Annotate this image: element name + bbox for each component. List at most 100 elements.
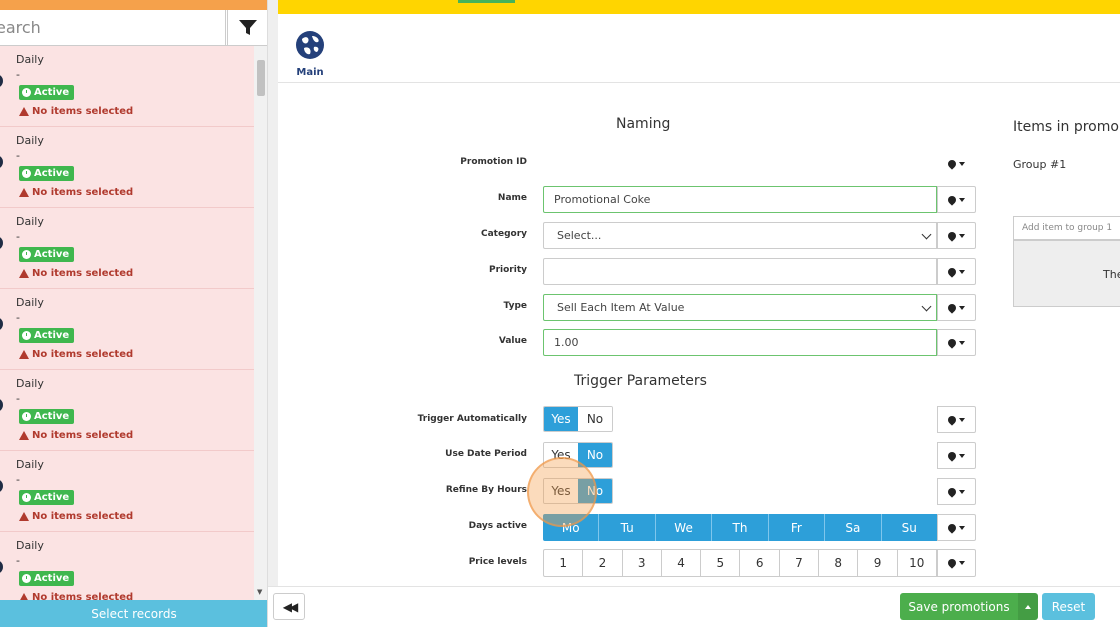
name-field[interactable]: Promotional Coke [543, 186, 937, 213]
reset-button[interactable]: Reset [1042, 593, 1095, 620]
status-badge: Active [19, 409, 75, 424]
trigger-auto-toggle: Yes No [543, 406, 613, 432]
clock-icon [22, 412, 31, 421]
status-badge: Active [19, 247, 75, 262]
refine-hours-no-button[interactable]: No [578, 479, 612, 503]
pin-icon [946, 413, 958, 426]
trigger-auto-pin-button[interactable] [937, 406, 976, 433]
price-level-button[interactable]: 6 [740, 550, 780, 576]
naming-section-title: Naming [616, 116, 671, 132]
category-pin-button[interactable] [937, 222, 976, 249]
price-level-button[interactable]: 9 [858, 550, 898, 576]
day-fr-button[interactable]: Fr [769, 514, 826, 541]
day-th-button[interactable]: Th [712, 514, 769, 541]
warning-text: No items selected [19, 349, 133, 360]
warning-text: No items selected [19, 268, 133, 279]
group-label: Group #1 [1013, 158, 1067, 171]
use-date-pin-button[interactable] [937, 442, 976, 469]
caret-down-icon [959, 453, 965, 458]
clock-icon [22, 88, 31, 97]
group-panel-text: The [1103, 268, 1120, 281]
day-sa-button[interactable]: Sa [825, 514, 882, 541]
price-level-button[interactable]: 8 [819, 550, 859, 576]
warning-icon [19, 512, 29, 521]
price-level-button[interactable]: 4 [662, 550, 702, 576]
list-item[interactable]: Daily - Active No items selected [0, 451, 254, 532]
items-section-title: Items in promo [1013, 119, 1119, 135]
list-item[interactable]: Daily - Active No items selected [0, 370, 254, 451]
value-field[interactable]: 1.00 [543, 329, 937, 356]
pin-icon [946, 193, 958, 206]
scroll-down-icon[interactable]: ▼ [257, 588, 262, 596]
day-su-button[interactable]: Su [882, 514, 937, 541]
tab-main[interactable]: Main [290, 30, 330, 78]
record-subtitle: - [16, 554, 20, 567]
name-pin-button[interactable] [937, 186, 976, 213]
panel-gutter [268, 0, 278, 627]
trigger-auto-yes-button[interactable]: Yes [544, 407, 578, 431]
scrollbar-thumb[interactable] [257, 60, 265, 96]
refine-hours-yes-button[interactable]: Yes [544, 479, 578, 503]
list-item[interactable]: Daily - Active No items selected [0, 208, 254, 289]
price-level-button[interactable]: 10 [898, 550, 936, 576]
trigger-section-title: Trigger Parameters [574, 373, 707, 389]
collapse-button[interactable]: ◀◀ [273, 593, 305, 620]
list-item[interactable]: Daily - Active No items selected [0, 127, 254, 208]
status-badge: Active [19, 571, 75, 586]
day-mo-button[interactable]: Mo [543, 514, 600, 541]
caret-down-icon [959, 161, 965, 166]
filter-button[interactable] [227, 10, 267, 46]
priority-field[interactable] [543, 258, 937, 285]
priority-pin-button[interactable] [937, 258, 976, 285]
warning-text: No items selected [19, 106, 133, 117]
status-badge: Active [19, 490, 75, 505]
promotion-id-label: Promotion ID [460, 157, 527, 167]
record-marker [0, 155, 3, 169]
list-item[interactable]: Daily - Active No items selected [0, 46, 254, 127]
list-item[interactable]: Daily - Active No items selected [0, 289, 254, 370]
category-select[interactable]: Select... [543, 222, 937, 249]
pin-icon [946, 301, 958, 314]
caret-down-icon [959, 489, 965, 494]
days-active-selector: Mo Tu We Th Fr Sa Su [543, 514, 937, 541]
caret-down-icon [959, 269, 965, 274]
search-input[interactable] [0, 10, 226, 46]
pin-icon [946, 265, 958, 278]
record-marker [0, 236, 3, 250]
day-tu-button[interactable]: Tu [599, 514, 656, 541]
price-level-button[interactable]: 3 [623, 550, 662, 576]
list-item[interactable]: Daily - Active No items selected [0, 532, 254, 600]
record-list-scrollbar[interactable]: ▼ [254, 46, 267, 600]
days-active-pin-button[interactable] [937, 514, 976, 541]
record-title: Daily [16, 458, 44, 471]
use-date-yes-button[interactable]: Yes [544, 443, 578, 467]
type-pin-button[interactable] [937, 294, 976, 321]
price-levels-pin-button[interactable] [937, 549, 976, 577]
warning-text: No items selected [19, 430, 133, 441]
promotion-id-pin-button[interactable] [937, 150, 976, 177]
save-promotions-button[interactable]: Save promotions [900, 593, 1018, 620]
day-we-button[interactable]: We [656, 514, 713, 541]
save-options-button[interactable] [1018, 593, 1038, 620]
price-level-button[interactable]: 1 [544, 550, 584, 576]
search-row [0, 10, 267, 46]
refine-hours-pin-button[interactable] [937, 478, 976, 505]
caret-down-icon [959, 305, 965, 310]
caret-down-icon [959, 417, 965, 422]
tab-main-label: Main [296, 67, 324, 78]
warning-text: No items selected [19, 187, 133, 198]
clock-icon [22, 574, 31, 583]
type-select[interactable]: Sell Each Item At Value [543, 294, 937, 321]
price-level-button[interactable]: 7 [780, 550, 820, 576]
record-title: Daily [16, 53, 44, 66]
price-level-button[interactable]: 5 [701, 550, 741, 576]
select-records-button[interactable]: Select records [0, 600, 267, 627]
pin-icon [946, 557, 958, 569]
add-item-input[interactable]: Add item to group 1 [1013, 216, 1120, 240]
use-date-no-button[interactable]: No [578, 443, 612, 467]
price-level-button[interactable]: 2 [583, 550, 623, 576]
price-levels-label: Price levels [468, 557, 527, 567]
trigger-auto-no-button[interactable]: No [578, 407, 612, 431]
double-chevron-left-icon: ◀◀ [282, 599, 299, 614]
value-pin-button[interactable] [937, 329, 976, 356]
